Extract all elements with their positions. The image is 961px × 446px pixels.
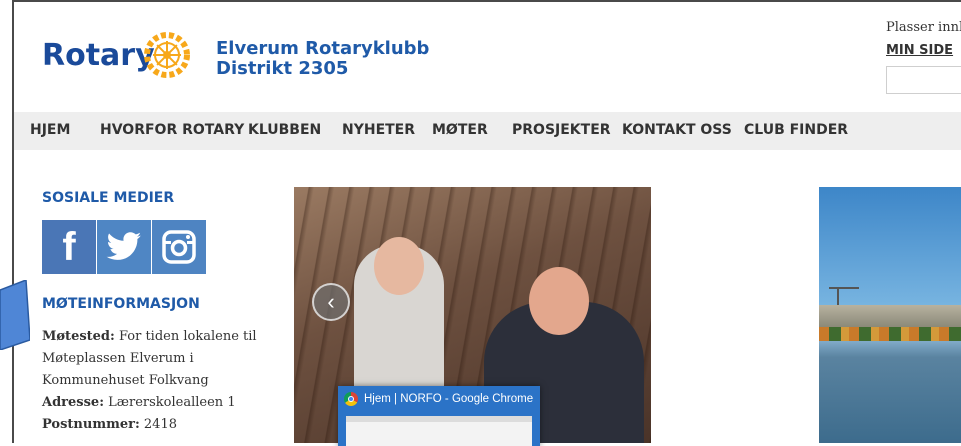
search-hint: Plasser innh bbox=[886, 20, 961, 35]
my-page-link[interactable]: MIN SIDE bbox=[886, 43, 961, 58]
rotary-logo-text[interactable]: Rotary bbox=[42, 38, 155, 73]
photo-person-right-head bbox=[529, 267, 589, 335]
chevron-left-icon: ‹ bbox=[327, 289, 335, 314]
address-label: Adresse: bbox=[42, 395, 105, 410]
thumbnail-toolbar bbox=[346, 416, 532, 422]
nav-item-hvorfor-rotary[interactable]: HVORFOR ROTARY bbox=[100, 122, 244, 138]
postal-code: Postnummer: 2418 bbox=[42, 414, 262, 436]
rotary-wheel-icon[interactable] bbox=[144, 32, 190, 78]
social-heading: SOSIALE MEDIER bbox=[42, 190, 175, 206]
browser-page: Rotary Elverum Rotaryklubb Distrikt 2305… bbox=[12, 0, 961, 443]
instagram-icon[interactable] bbox=[152, 220, 206, 274]
search-input[interactable] bbox=[886, 66, 961, 94]
main-nav: HJEM HVORFOR ROTARY KLUBBEN NYHETER MØTE… bbox=[14, 112, 961, 150]
trees-shape bbox=[819, 327, 961, 341]
sidebar: SOSIALE MEDIER f MØTEINFORMASJON Møteste… bbox=[42, 190, 262, 436]
facebook-icon[interactable]: f bbox=[42, 220, 96, 274]
nav-item-hjem[interactable]: HJEM bbox=[30, 122, 70, 138]
twitter-bird-icon bbox=[106, 232, 141, 260]
nav-item-kontakt-oss[interactable]: KONTAKT OSS bbox=[622, 122, 732, 138]
taskbar-preview-title-text: Hjem | NORFO - Google Chrome bbox=[364, 393, 534, 405]
search-area: Plasser innh MIN SIDE bbox=[886, 20, 961, 94]
meeting-place-label: Møtested: bbox=[42, 329, 115, 344]
nav-item-klubben[interactable]: KLUBBEN bbox=[248, 122, 321, 138]
landscape-image[interactable] bbox=[819, 187, 961, 443]
address-value: Lærerskolealleen 1 bbox=[108, 395, 236, 410]
camera-icon bbox=[162, 230, 196, 264]
crane-arm-shape bbox=[829, 287, 859, 289]
chrome-icon bbox=[344, 392, 358, 406]
slideshow-prev-button[interactable]: ‹ bbox=[312, 283, 350, 321]
address: Adresse: Lærerskolealleen 1 bbox=[42, 392, 262, 414]
postal-value: 2418 bbox=[143, 417, 177, 432]
meeting-info: Møtested: For tiden lokalene til Møtepla… bbox=[42, 326, 262, 436]
nav-item-nyheter[interactable]: NYHETER bbox=[342, 122, 415, 138]
postal-label: Postnummer: bbox=[42, 417, 140, 432]
club-name: Elverum Rotaryklubb bbox=[216, 38, 430, 59]
social-links: f bbox=[42, 220, 262, 274]
meeting-place: Møtested: For tiden lokalene til Møtepla… bbox=[42, 326, 262, 392]
club-title[interactable]: Elverum Rotaryklubb Distrikt 2305 bbox=[216, 39, 429, 79]
taskbar-preview[interactable]: Hjem | NORFO - Google Chrome bbox=[338, 386, 540, 446]
nav-item-moter[interactable]: MØTER bbox=[432, 122, 488, 138]
taskbar-preview-title: Hjem | NORFO - Google Chrome bbox=[338, 386, 540, 412]
nav-item-prosjekter[interactable]: PROSJEKTER bbox=[512, 122, 611, 138]
pointer-arrow-icon bbox=[0, 280, 30, 350]
nav-item-club-finder[interactable]: CLUB FINDER bbox=[744, 122, 848, 138]
site-header: Rotary Elverum Rotaryklubb Distrikt 2305… bbox=[14, 2, 961, 110]
twitter-icon[interactable] bbox=[97, 220, 151, 274]
taskbar-preview-thumbnail bbox=[346, 416, 532, 446]
district-label: Distrikt 2305 bbox=[216, 58, 349, 79]
meeting-heading: MØTEINFORMASJON bbox=[42, 296, 200, 312]
photo-person-left-head bbox=[374, 237, 424, 295]
